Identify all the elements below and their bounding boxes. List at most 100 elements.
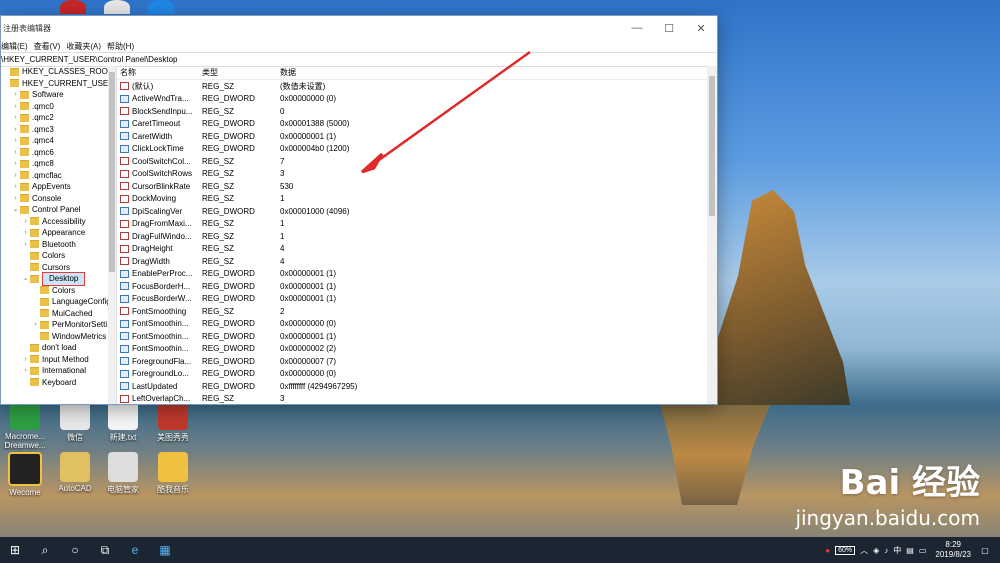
value-row[interactable]: LeftOverlapCh... REG_SZ 3 — [117, 393, 717, 405]
notification-icon[interactable]: ▢ — [976, 537, 994, 563]
tree-item[interactable]: › Bluetooth — [1, 239, 116, 251]
chevron-right-icon[interactable]: › — [21, 354, 30, 366]
desktop-icon-meitu[interactable]: 美图秀秀 — [148, 400, 198, 443]
tree-item[interactable]: › .qmc2 — [1, 112, 116, 124]
network-icon[interactable]: ◈ — [873, 546, 879, 555]
desktop-icon-text-file[interactable]: 新建.txt — [98, 400, 148, 443]
cortana-icon[interactable]: ○ — [60, 537, 90, 563]
menu-favorites[interactable]: 收藏夹(A) — [66, 41, 101, 52]
tree-item[interactable]: Keyboard — [1, 377, 116, 389]
menu-view[interactable]: 查看(V) — [34, 41, 61, 52]
desktop-icon-pc-manager[interactable]: 电脑管家 — [98, 452, 148, 495]
tree-item[interactable]: don't load — [1, 342, 116, 354]
minimize-button[interactable]: — — [621, 17, 653, 39]
value-row[interactable]: FontSmoothin... REG_DWORD 0x00000002 (2) — [117, 343, 717, 356]
app-icon[interactable] — [60, 0, 86, 14]
column-name[interactable]: 名称 — [117, 67, 202, 78]
tree-item[interactable]: Colors — [1, 285, 116, 297]
desktop-icon-kuwo[interactable]: 酷我音乐 — [148, 452, 198, 495]
chevron-right-icon[interactable]: › — [11, 193, 20, 205]
tree-item[interactable]: › .qmc3 — [1, 124, 116, 136]
tree-item[interactable]: › Console — [1, 193, 116, 205]
chevron-right-icon[interactable]: › — [31, 319, 40, 331]
chevron-right-icon[interactable]: › — [11, 170, 20, 182]
chevron-right-icon[interactable]: › — [11, 135, 20, 147]
chevron-right-icon[interactable]: › — [21, 239, 30, 251]
browser-icon[interactable] — [148, 0, 174, 14]
values-scrollbar[interactable] — [707, 66, 717, 404]
value-row[interactable]: DockMoving REG_SZ 1 — [117, 193, 717, 206]
value-row[interactable]: DragFullWindo... REG_SZ 1 — [117, 230, 717, 243]
value-row[interactable]: FocusBorderW... REG_DWORD 0x00000001 (1) — [117, 293, 717, 306]
keyboard-icon[interactable]: ▤ — [906, 546, 914, 555]
tree-item[interactable]: › Appearance — [1, 227, 116, 239]
chevron-right-icon[interactable]: › — [11, 124, 20, 136]
tree-item[interactable]: › PerMonitorSetti — [1, 319, 116, 331]
display-icon[interactable]: ▭ — [919, 546, 927, 555]
title-bar[interactable]: 注册表编辑器 — ☐ ✕ — [1, 16, 717, 40]
values-scroll-thumb[interactable] — [709, 76, 715, 216]
clock[interactable]: 8:29 2019/8/23 — [935, 540, 971, 560]
value-row[interactable]: CursorBlinkRate REG_SZ 530 — [117, 180, 717, 193]
menu-edit[interactable]: 编辑(E) — [1, 41, 28, 52]
tree-item[interactable]: › Input Method — [1, 354, 116, 366]
value-row[interactable]: DragWidth REG_SZ 4 — [117, 255, 717, 268]
desktop-icon-autocad[interactable]: AutoCAD — [50, 452, 100, 493]
tree-item[interactable]: Colors — [1, 250, 116, 262]
value-row[interactable]: ForegroundLo... REG_DWORD 0x00000000 (0) — [117, 368, 717, 381]
chevron-right-icon[interactable]: › — [11, 89, 20, 101]
tree-scroll-thumb[interactable] — [109, 72, 115, 272]
desktop-icon-wechat[interactable]: 微信 — [50, 400, 100, 443]
tree-item[interactable]: › Software — [1, 89, 116, 101]
tree-item-selected[interactable]: ⌄ Desktop — [1, 272, 116, 286]
tree-item[interactable]: WindowMetrics — [1, 331, 116, 343]
value-row[interactable]: FontSmoothing REG_SZ 2 — [117, 305, 717, 318]
app-tray-icon[interactable]: ● — [825, 546, 830, 555]
value-row[interactable]: FocusBorderH... REG_DWORD 0x00000001 (1) — [117, 280, 717, 293]
chevron-right-icon[interactable]: › — [11, 147, 20, 159]
chevron-up-icon[interactable]: ︿ — [860, 545, 868, 556]
tree-item[interactable]: › .qmc8 — [1, 158, 116, 170]
menu-help[interactable]: 帮助(H) — [107, 41, 134, 52]
tree-scrollbar[interactable] — [108, 66, 116, 404]
browser-taskbar-icon[interactable]: e — [120, 537, 150, 563]
chevron-right-icon[interactable]: › — [21, 365, 30, 377]
battery-indicator[interactable]: 60% — [835, 545, 856, 555]
chevron-right-icon[interactable]: › — [11, 181, 20, 193]
file-icon[interactable] — [104, 0, 130, 14]
tree-item[interactable]: HKEY_CLASSES_ROOT — [1, 66, 116, 78]
value-row[interactable]: FontSmoothin... REG_DWORD 0x00000001 (1) — [117, 330, 717, 343]
chevron-right-icon[interactable]: › — [21, 216, 30, 228]
volume-icon[interactable]: ♪ — [884, 546, 888, 555]
value-row[interactable]: EnablePerProc... REG_DWORD 0x00000001 (1) — [117, 268, 717, 281]
close-button[interactable]: ✕ — [685, 17, 717, 39]
column-type[interactable]: 类型 — [202, 67, 280, 78]
tree-item[interactable]: › International — [1, 365, 116, 377]
tree-item[interactable]: ⌄ Control Panel — [1, 204, 116, 216]
chevron-down-icon[interactable]: ⌄ — [11, 204, 20, 216]
tree-item[interactable]: › .qmc6 — [1, 147, 116, 159]
chevron-right-icon[interactable]: › — [11, 158, 20, 170]
start-button[interactable]: ⊞ — [0, 537, 30, 563]
tree-item[interactable]: MuiCached — [1, 308, 116, 320]
chevron-down-icon[interactable]: ⌄ — [21, 273, 30, 285]
task-view-icon[interactable]: ⧉ — [90, 537, 120, 563]
chevron-right-icon[interactable]: › — [11, 112, 20, 124]
tree-item[interactable]: › .qmcflac — [1, 170, 116, 182]
value-row[interactable]: DpiScalingVer REG_DWORD 0x00001000 (4096) — [117, 205, 717, 218]
tree-item[interactable]: HKEY_CURRENT_USER — [1, 78, 116, 90]
search-icon[interactable]: ⌕ — [30, 537, 60, 563]
ime-indicator[interactable]: 中 — [893, 545, 901, 556]
desktop-icon-dreamweaver[interactable]: Macrome... Dreamwe... — [0, 400, 50, 450]
value-row[interactable]: DragHeight REG_SZ 4 — [117, 243, 717, 256]
value-row[interactable]: DragFromMaxi... REG_SZ 1 — [117, 218, 717, 231]
chevron-right-icon[interactable]: › — [21, 227, 30, 239]
desktop-icon-wecome[interactable]: Wecome — [0, 452, 50, 497]
value-row[interactable]: FontSmoothin... REG_DWORD 0x00000000 (0) — [117, 318, 717, 331]
tree-item[interactable]: › .qmc4 — [1, 135, 116, 147]
address-bar[interactable]: \HKEY_CURRENT_USER\Control Panel\Desktop — [1, 52, 717, 67]
regedit-taskbar-icon[interactable]: ▦ — [150, 537, 180, 563]
tree-item[interactable]: › .qmc0 — [1, 101, 116, 113]
tree-item[interactable]: › AppEvents — [1, 181, 116, 193]
value-row[interactable]: LastUpdated REG_DWORD 0xffffffff (42949672… — [117, 380, 717, 393]
